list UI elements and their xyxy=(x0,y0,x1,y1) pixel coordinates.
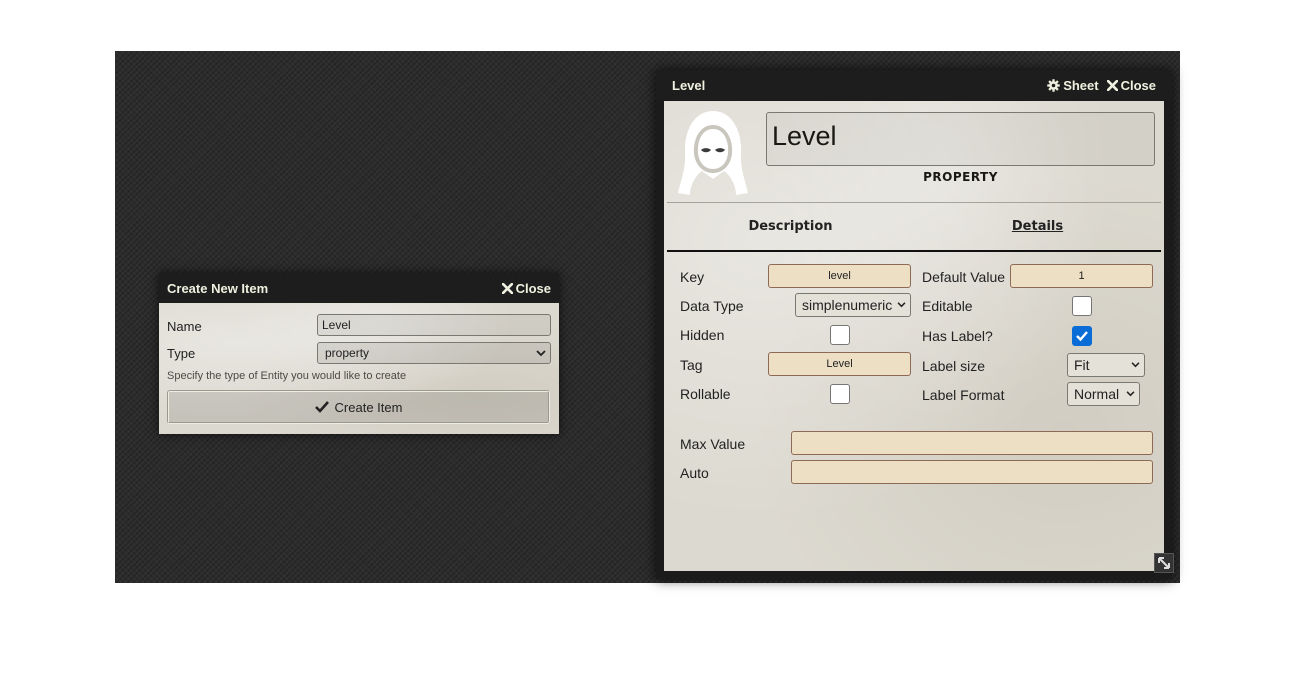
editable-checkbox[interactable] xyxy=(1072,296,1092,316)
gear-icon xyxy=(1047,78,1060,92)
item-sheet-window: Level Sheet Close Level PROPERTY Descrip… xyxy=(656,70,1172,579)
resize-handle[interactable] xyxy=(1154,553,1174,573)
close-icon xyxy=(501,282,513,294)
auto-label: Auto xyxy=(680,465,709,481)
create-item-dialog: Create New Item Close Name Level Type pr… xyxy=(159,273,559,434)
close-icon xyxy=(1106,79,1118,91)
close-label: Close xyxy=(1120,77,1156,93)
type-select[interactable]: property xyxy=(317,342,551,364)
label-size-label: Label size xyxy=(922,358,986,374)
rollable-label: Rollable xyxy=(680,386,731,402)
tab-details[interactable]: Details xyxy=(914,209,1161,243)
chevron-down-icon xyxy=(536,349,546,356)
dialog-title: Create New Item xyxy=(167,280,269,296)
close-label: Close xyxy=(515,280,551,296)
key-input[interactable]: level xyxy=(768,264,911,288)
editable-label: Editable xyxy=(922,298,973,314)
type-label: Type xyxy=(167,345,196,361)
tag-label: Tag xyxy=(680,357,703,373)
name-label: Name xyxy=(167,318,202,334)
item-type-label: PROPERTY xyxy=(923,170,998,184)
sheet-body: Level PROPERTY Description Details Key l… xyxy=(664,101,1164,571)
key-label: Key xyxy=(680,269,705,285)
auto-input[interactable] xyxy=(791,460,1153,484)
has-label-checkbox[interactable] xyxy=(1072,326,1092,346)
close-button[interactable]: Close xyxy=(1106,77,1156,93)
sheet-header[interactable]: Level Sheet Close xyxy=(656,70,1172,100)
sheet-config-label: Sheet xyxy=(1063,77,1099,93)
label-format-label: Label Format xyxy=(922,387,1005,403)
create-item-button[interactable]: Create Item xyxy=(167,390,550,424)
hidden-label: Hidden xyxy=(680,327,725,343)
label-size-value: Fit xyxy=(1074,357,1090,373)
default-value-input[interactable]: 1 xyxy=(1010,264,1153,288)
sheet-config-button[interactable]: Sheet xyxy=(1047,77,1099,93)
hooded-figure-icon[interactable] xyxy=(676,109,750,197)
chevron-down-icon xyxy=(1126,391,1135,397)
rollable-checkbox[interactable] xyxy=(830,384,850,404)
tab-description[interactable]: Description xyxy=(667,209,914,243)
tabs-divider xyxy=(667,250,1161,252)
name-input[interactable]: Level xyxy=(317,314,551,336)
check-icon xyxy=(314,401,329,413)
data-type-label: Data Type xyxy=(680,298,744,314)
chevron-down-icon xyxy=(897,302,906,308)
label-size-select[interactable]: Fit xyxy=(1067,353,1145,377)
data-type-select[interactable]: simplenumeric xyxy=(795,293,911,317)
type-hint: Specify the type of Entity you would lik… xyxy=(167,370,407,382)
max-value-input[interactable] xyxy=(791,431,1153,455)
label-format-select[interactable]: Normal xyxy=(1067,382,1140,406)
checkmark-icon xyxy=(1076,331,1088,342)
close-button[interactable]: Close xyxy=(501,280,551,296)
sheet-tabs: Description Details xyxy=(667,209,1161,243)
data-type-value: simplenumeric xyxy=(802,297,893,313)
default-value-label: Default Value xyxy=(922,269,1006,285)
dialog-body: Name Level Type property Specify the typ… xyxy=(159,303,559,434)
resize-icon xyxy=(1158,557,1170,569)
hidden-checkbox[interactable] xyxy=(830,325,850,345)
tag-input[interactable]: Level xyxy=(768,352,911,376)
chevron-down-icon xyxy=(1131,362,1140,368)
label-format-value: Normal xyxy=(1074,386,1120,402)
has-label-label: Has Label? xyxy=(922,328,993,344)
sheet-title: Level xyxy=(672,77,706,93)
dialog-header[interactable]: Create New Item Close xyxy=(159,273,559,303)
item-name-input[interactable]: Level xyxy=(766,112,1155,166)
type-select-value: property xyxy=(325,346,370,360)
max-value-label: Max Value xyxy=(680,436,746,452)
create-item-label: Create Item xyxy=(334,399,403,415)
header-divider xyxy=(667,202,1161,203)
